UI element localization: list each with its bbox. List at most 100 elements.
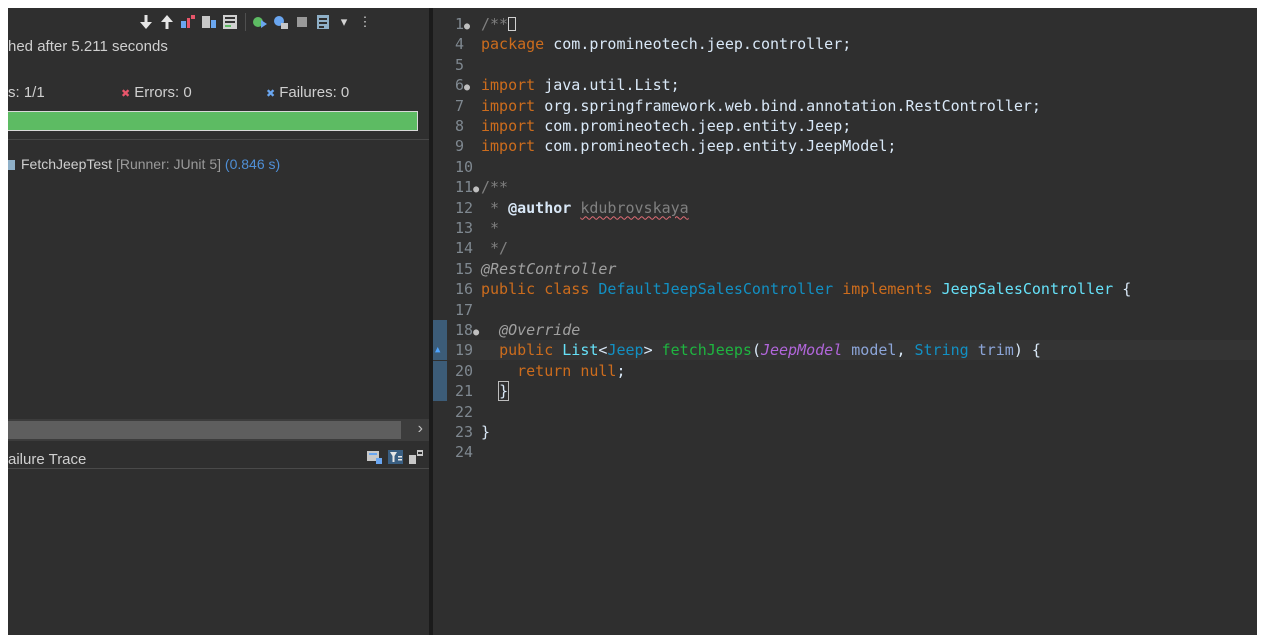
code-token: com.promineotech.jeep.entity.JeepModel;: [535, 137, 897, 156]
code-line[interactable]: 13 *: [433, 218, 1257, 238]
line-number: 13: [455, 219, 474, 237]
line-number: 23: [455, 423, 474, 441]
code-text: @Override: [481, 320, 580, 340]
collapsed-comment-icon[interactable]: [508, 17, 517, 31]
line-number: 15: [455, 259, 474, 278]
code-line[interactable]: 12 * @author kdubrovskaya: [433, 198, 1257, 218]
code-line[interactable]: 16 public class DefaultJeepSalesControlle…: [433, 279, 1257, 299]
skipped-only-icon[interactable]: [201, 14, 217, 30]
code-line[interactable]: 11●/**: [433, 177, 1257, 197]
code-line[interactable]: 14 */: [433, 238, 1257, 258]
code-token: import: [481, 96, 536, 115]
code-token: */: [481, 239, 509, 258]
code-line[interactable]: 5: [433, 55, 1257, 75]
change-marker: [433, 381, 447, 402]
next-failure-icon[interactable]: [138, 14, 154, 30]
code-token: @Override: [499, 321, 581, 339]
code-line[interactable]: 18● @Override: [433, 320, 1257, 340]
code-text: @RestController: [481, 259, 616, 279]
line-number: 20: [455, 361, 474, 380]
line-number: 9: [455, 137, 465, 156]
line-number: 17: [455, 300, 474, 319]
code-editor[interactable]: 1●/** 4 package com.promineotech.jeep.cont…: [433, 8, 1257, 635]
code-text: }: [481, 381, 510, 402]
history-icon[interactable]: [315, 14, 331, 30]
scrollbar-thumb[interactable]: [8, 421, 401, 439]
code-line[interactable]: 17: [433, 300, 1257, 320]
fold-toggle-icon[interactable]: ●: [464, 21, 470, 32]
code-line[interactable]: 1●/**: [433, 14, 1257, 34]
code-token: (: [751, 341, 761, 360]
code-token: import: [481, 137, 536, 156]
code-token: fetchJeeps: [661, 341, 752, 360]
code-token: com.promineotech.jeep.entity.Jeep;: [535, 117, 852, 135]
code-token: implements: [842, 280, 933, 299]
code-token: Jeep: [607, 341, 644, 360]
code-line[interactable]: 6● import java.util.List;: [433, 75, 1257, 95]
fold-toggle-icon[interactable]: ●: [473, 327, 479, 338]
code-token: org.springframework.web.bind.annotation.…: [535, 96, 1041, 115]
errors-label: Errors: 0: [134, 84, 192, 101]
code-line[interactable]: 10: [433, 157, 1257, 177]
code-text: public List<Jeep> fetchJeeps(JeepModel m…: [481, 340, 1041, 360]
code-line[interactable]: 9 import com.promineotech.jeep.entity.Jee…: [433, 136, 1257, 156]
copy-trace-icon[interactable]: [409, 450, 423, 469]
code-token: class: [544, 280, 590, 299]
code-line[interactable]: 22: [433, 402, 1257, 422]
code-token: String: [914, 341, 969, 360]
code-line[interactable]: 24: [433, 442, 1257, 462]
code-token: kdubrovskaya: [580, 198, 689, 217]
fold-toggle-icon[interactable]: ●: [464, 82, 470, 93]
override-indicator-icon[interactable]: ▲: [435, 340, 440, 360]
previous-failure-icon[interactable]: [159, 14, 175, 30]
code-line[interactable]: 7 import org.springframework.web.bind.ann…: [433, 96, 1257, 116]
code-line[interactable]: 23}: [433, 422, 1257, 442]
code-line[interactable]: 21 }: [433, 381, 1257, 402]
runs-count: s: 1/1: [8, 84, 45, 101]
code-text: }: [481, 422, 490, 442]
line-number: 16: [455, 280, 474, 299]
scroll-lock-icon[interactable]: [222, 14, 238, 30]
code-token: {: [1113, 280, 1132, 299]
view-menu-icon[interactable]: ▾: [336, 14, 352, 30]
filter-stack-icon[interactable]: [388, 450, 403, 469]
change-marker: [433, 360, 447, 381]
more-icon[interactable]: ⋮: [357, 14, 373, 30]
horizontal-scrollbar[interactable]: ›: [8, 419, 429, 441]
code-line[interactable]: 20 return null;: [433, 360, 1257, 381]
code-token: }: [498, 381, 510, 402]
code-line[interactable]: 8 import com.promineotech.jeep.entity.Jee…: [433, 116, 1257, 136]
code-line[interactable]: 4 package com.promineotech.jeep.controlle…: [433, 34, 1257, 54]
toolbar-separator: [245, 13, 246, 31]
test-tree[interactable]: FetchJeepTest [Runner: JUnit 5] (0.846 s…: [8, 139, 429, 420]
code-line[interactable]: 15 @RestController: [433, 259, 1257, 279]
test-runner: [Runner: JUnit 5]: [115, 156, 222, 172]
test-progress-bar: [8, 111, 418, 131]
line-number: 14: [455, 239, 474, 258]
fold-toggle-icon[interactable]: ●: [473, 184, 479, 195]
scroll-right-icon[interactable]: ›: [418, 420, 423, 438]
code-text: /**: [481, 14, 517, 34]
code-text: return null;: [481, 361, 625, 381]
code-token: /**: [481, 15, 509, 33]
failures-label: Failures: 0: [279, 84, 350, 101]
compare-results-icon[interactable]: [367, 450, 382, 469]
line-number: 10: [455, 157, 474, 176]
test-tree-item[interactable]: FetchJeepTest [Runner: JUnit 5] (0.846 s…: [8, 156, 280, 172]
code-line[interactable]: ▲ 19 public List<Jeep> fetchJeeps(JeepMod…: [433, 340, 1257, 361]
failure-icon: ✖: [266, 88, 276, 100]
failure-trace-header: ailure Trace: [8, 442, 429, 469]
code-token: null: [580, 361, 617, 380]
code-text: *: [481, 218, 499, 238]
junit-panel: ▾ ⋮ hed after 5.211 seconds s: 1/1 ✖ Erro…: [8, 8, 429, 635]
line-number: 24: [455, 443, 474, 462]
code-token: JeepSalesController: [941, 280, 1114, 299]
failures-only-icon[interactable]: [180, 14, 196, 30]
rerun-test-icon[interactable]: [252, 14, 268, 30]
code-token: import: [481, 76, 536, 95]
stop-icon[interactable]: [294, 14, 310, 30]
rerun-failed-icon[interactable]: [273, 14, 289, 30]
